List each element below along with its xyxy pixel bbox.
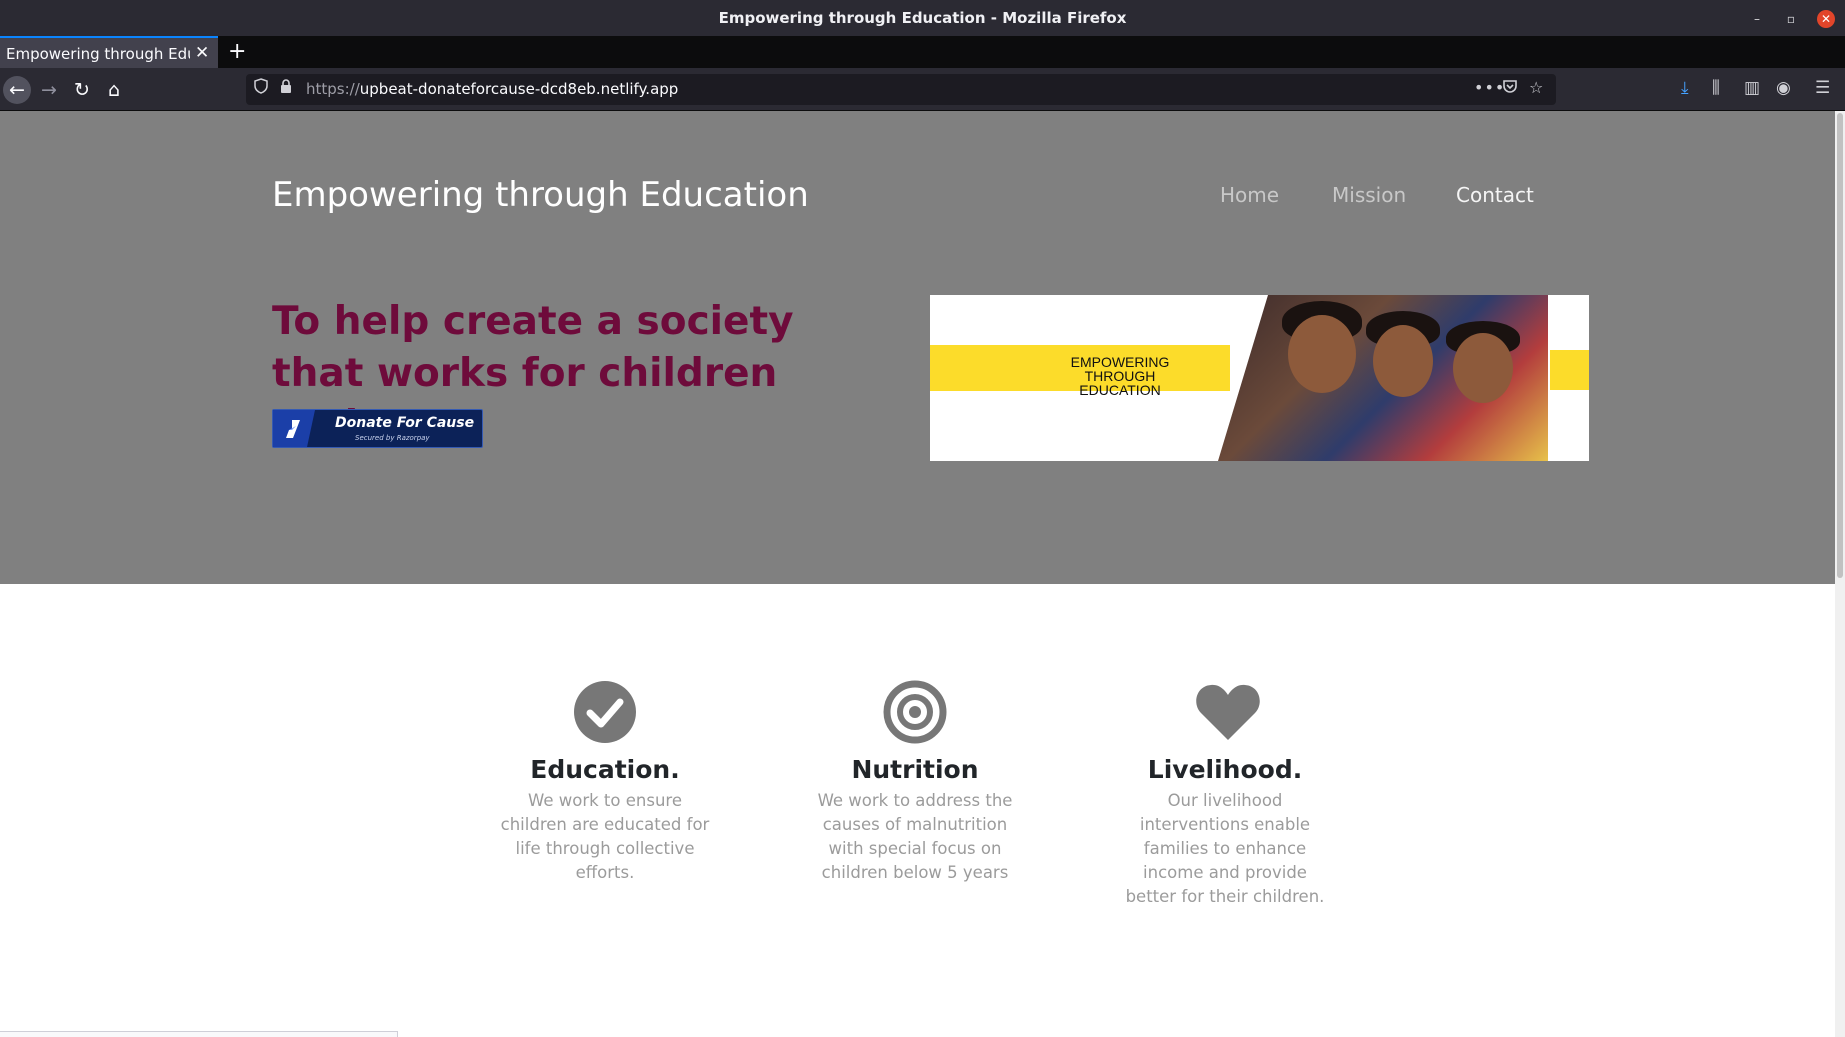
- donate-button[interactable]: Donate For Cause Secured by Razorpay: [272, 409, 483, 448]
- tab-bar: Empowering through Education ✕ +: [0, 36, 1845, 68]
- tracking-shield-icon[interactable]: [254, 78, 268, 98]
- new-tab-button[interactable]: +: [228, 39, 246, 64]
- tab-title: Empowering through Education: [6, 45, 190, 63]
- photo-shape: [1288, 315, 1356, 393]
- forward-button[interactable]: →: [35, 76, 63, 104]
- maximize-button[interactable]: ▫: [1782, 10, 1800, 28]
- feature-title: Nutrition: [851, 755, 979, 784]
- hero-section: Empowering through Education Home Missio…: [0, 111, 1835, 584]
- back-button[interactable]: ←: [3, 76, 31, 104]
- address-bar[interactable]: https://upbeat-donateforcause-dcd8eb.net…: [246, 74, 1556, 105]
- home-button[interactable]: ⌂: [100, 76, 128, 104]
- feature-title: Livelihood.: [1147, 755, 1303, 784]
- bookmark-star-icon[interactable]: ☆: [1529, 78, 1543, 97]
- url-host: upbeat-donateforcause-dcd8eb.netlify.app: [359, 80, 679, 98]
- nav-link-home[interactable]: Home: [1220, 183, 1279, 207]
- feature-text: We work to ensure children are educated …: [500, 791, 710, 882]
- scrollbar-thumb[interactable]: [1837, 113, 1843, 578]
- banner-paint-stroke-right: [1550, 350, 1589, 390]
- children-photo: [1218, 295, 1548, 461]
- donate-button-label: Donate For Cause: [335, 415, 475, 431]
- lock-icon[interactable]: [280, 78, 292, 98]
- photo-shape: [1453, 333, 1513, 403]
- status-url-tooltip: [0, 1031, 398, 1037]
- sidebar-icon[interactable]: ▥: [1744, 78, 1760, 98]
- target-icon: [883, 680, 947, 744]
- site-brand[interactable]: Empowering through Education: [272, 175, 809, 215]
- url-text[interactable]: https://upbeat-donateforcause-dcd8eb.net…: [306, 80, 678, 98]
- pocket-icon[interactable]: [1502, 78, 1518, 98]
- donate-button-sublabel: Secured by Razorpay: [355, 434, 430, 442]
- hamburger-menu-icon[interactable]: ☰: [1815, 78, 1830, 98]
- check-circle-icon: [573, 680, 637, 744]
- nav-link-contact[interactable]: Contact: [1456, 183, 1534, 207]
- feature-text: We work to address the causes of malnutr…: [817, 791, 1013, 882]
- page-viewport: Empowering through Education Home Missio…: [0, 111, 1845, 1037]
- heart-icon: [1193, 680, 1260, 744]
- window-title: Empowering through Education - Mozilla F…: [718, 9, 1127, 27]
- minimize-button[interactable]: –: [1748, 10, 1766, 28]
- nav-link-mission[interactable]: Mission: [1332, 183, 1406, 207]
- navigation-toolbar: ← → ↻ ⌂ https://upbeat-donateforcause-dc…: [0, 68, 1845, 111]
- page-scrollbar[interactable]: [1835, 111, 1845, 1037]
- account-icon[interactable]: ◉: [1776, 78, 1791, 98]
- close-window-button[interactable]: ✕: [1817, 10, 1835, 28]
- window-titlebar: Empowering through Education - Mozilla F…: [0, 0, 1845, 36]
- page-actions-icon[interactable]: •••: [1474, 78, 1505, 97]
- tab-close-icon[interactable]: ✕: [195, 43, 209, 63]
- razorpay-logo-icon: [273, 410, 315, 447]
- photo-shape: [1373, 325, 1433, 397]
- hero-banner-image: EMPOWERING THROUGH EDUCATION: [930, 295, 1589, 461]
- feature-title: Education.: [530, 755, 680, 784]
- reload-button[interactable]: ↻: [68, 76, 96, 104]
- banner-text: EMPOWERING THROUGH EDUCATION: [1070, 354, 1170, 398]
- url-protocol: https://: [306, 80, 360, 98]
- tab-active[interactable]: Empowering through Education ✕: [0, 36, 218, 68]
- feature-text: Our livelihood interventions enable fami…: [1125, 791, 1325, 906]
- library-icon[interactable]: ⫼: [1712, 78, 1720, 98]
- downloads-icon[interactable]: ⤓: [1681, 78, 1689, 98]
